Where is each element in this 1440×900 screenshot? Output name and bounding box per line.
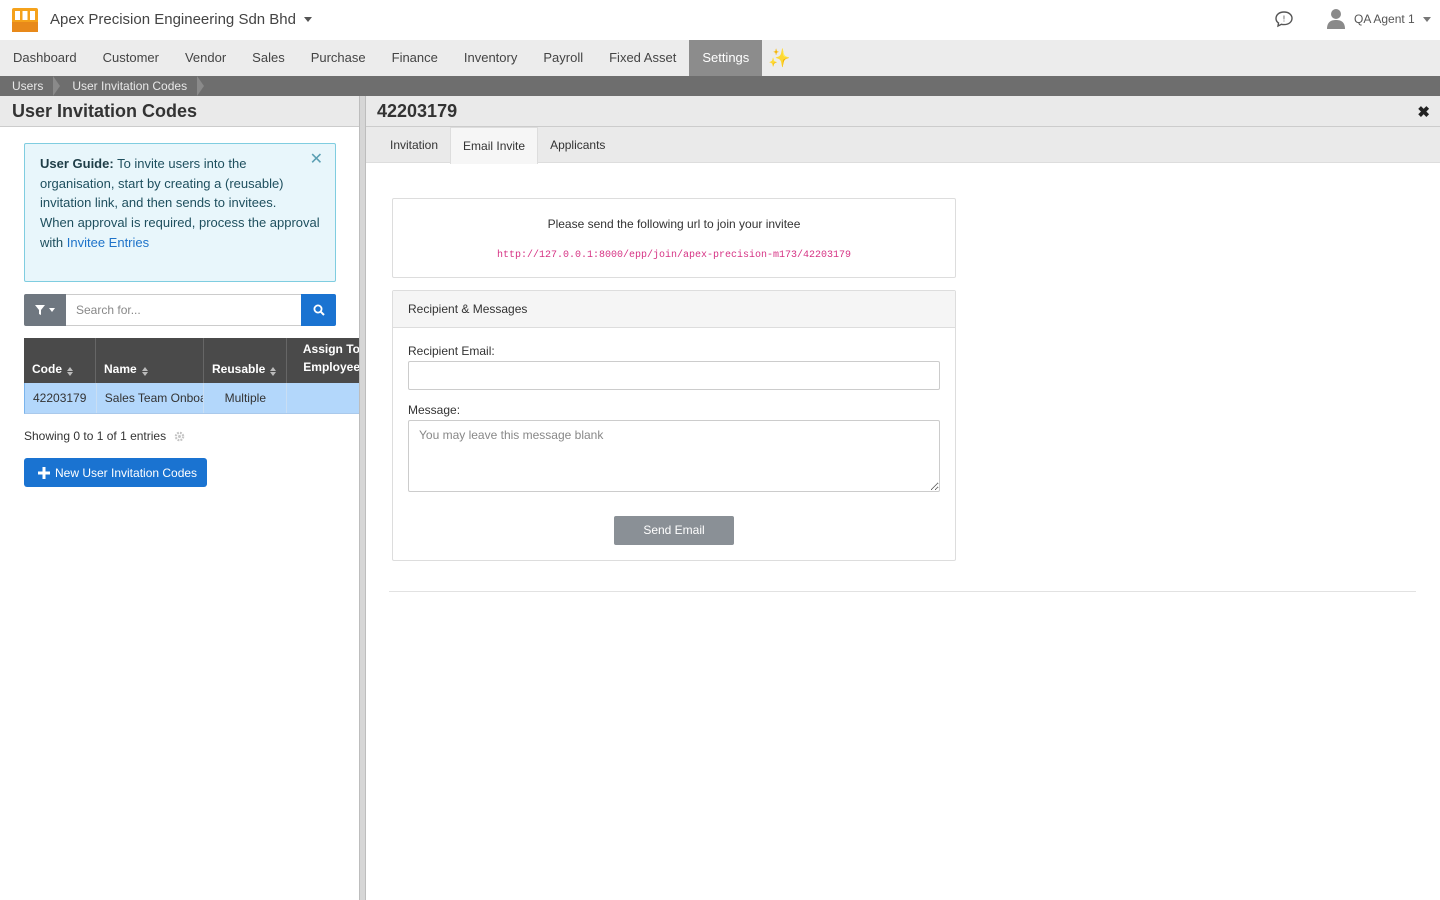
column-header-label: Name — [104, 362, 137, 376]
plus-icon — [38, 466, 50, 479]
svg-text:!: ! — [1282, 15, 1285, 24]
breadcrumb-user-invitation-codes[interactable]: User Invitation Codes — [60, 76, 199, 96]
send-email-button[interactable]: Send Email — [614, 516, 734, 545]
filter-button[interactable] — [24, 294, 66, 326]
column-header-label: Reusable — [212, 362, 266, 376]
panel-resize-handle[interactable] — [359, 96, 366, 900]
nav-item-finance[interactable]: Finance — [379, 40, 451, 76]
breadcrumb: Users User Invitation Codes — [0, 76, 1440, 96]
column-header-label: Assign To Employee — [302, 342, 360, 374]
user-guide-label: User Guide: — [40, 156, 114, 171]
table-row[interactable]: 42203179 Sales Team Onboarding Multiple — [24, 383, 360, 414]
chevron-down-icon — [304, 17, 312, 22]
sort-icon — [141, 367, 148, 376]
invitation-url[interactable]: http://127.0.0.1:8000/epp/join/apex-prec… — [393, 250, 955, 261]
sort-icon — [67, 367, 73, 376]
detail-panel: 42203179 ✖ Invitation Email Invite Appli… — [366, 96, 1440, 900]
detail-tabs: Invitation Email Invite Applicants — [366, 127, 1440, 164]
recipient-messages-header: Recipient & Messages — [393, 291, 955, 328]
search-button[interactable] — [301, 294, 336, 326]
search-bar — [24, 294, 336, 326]
column-header-label: Code — [32, 362, 62, 376]
main-nav: Dashboard Customer Vendor Sales Purchase… — [0, 40, 1440, 76]
close-icon[interactable]: ✖ — [1417, 103, 1430, 121]
breadcrumb-users[interactable]: Users — [0, 76, 55, 96]
tab-email-invite[interactable]: Email Invite — [450, 127, 539, 164]
recipient-email-field[interactable] — [408, 361, 940, 390]
invitation-codes-table: Code Name Reusable Assign To Employee 42… — [24, 338, 360, 414]
nav-item-vendor[interactable]: Vendor — [172, 40, 239, 76]
user-guide-text: User Guide: To invite users into the org… — [40, 154, 290, 213]
recipient-messages-card: Recipient & Messages Recipient Email: Me… — [392, 290, 956, 561]
company-name: Apex Precision Engineering Sdn Bhd — [50, 11, 296, 28]
message-textarea[interactable] — [408, 420, 940, 492]
user-guide-alert: ✕ User Guide: To invite users into the o… — [24, 143, 336, 282]
close-icon[interactable]: ✕ — [310, 152, 323, 168]
filter-icon — [35, 305, 45, 315]
invitation-url-card: Please send the following url to join yo… — [392, 198, 956, 278]
column-header-assign-to-employee[interactable]: Assign To Employee — [287, 338, 360, 383]
user-avatar-icon — [1327, 9, 1345, 29]
cell-reusable: Multiple — [204, 383, 288, 413]
new-user-invitation-code-button[interactable]: New User Invitation Codes — [24, 458, 207, 487]
column-header-code[interactable]: Code — [24, 338, 96, 383]
user-guide-approval: When approval is required, process the a… — [40, 213, 320, 252]
column-header-name[interactable]: Name — [96, 338, 204, 383]
chevron-down-icon — [49, 308, 55, 312]
chevron-down-icon — [1422, 16, 1431, 22]
user-name: QA Agent 1 — [1354, 12, 1415, 26]
nav-item-customer[interactable]: Customer — [90, 40, 172, 76]
gear-icon[interactable] — [174, 431, 185, 442]
tab-invitation[interactable]: Invitation — [378, 127, 450, 163]
list-panel-header: User Invitation Codes — [0, 96, 359, 127]
nav-item-dashboard[interactable]: Dashboard — [0, 40, 90, 76]
table-header: Code Name Reusable Assign To Employee — [24, 338, 360, 383]
new-button-label: New User Invitation Codes — [55, 465, 198, 480]
nav-item-sales[interactable]: Sales — [239, 40, 298, 76]
list-panel: User Invitation Codes ✕ User Guide: To i… — [0, 96, 360, 900]
cell-code: 42203179 — [25, 383, 97, 413]
column-header-reusable[interactable]: Reusable — [204, 338, 287, 383]
message-label: Message: — [408, 403, 461, 417]
sort-icon — [270, 367, 277, 376]
company-switcher[interactable]: Apex Precision Engineering Sdn Bhd — [50, 11, 312, 28]
showing-entries-text: Showing 0 to 1 of 1 entries — [24, 429, 167, 443]
url-card-title: Please send the following url to join yo… — [547, 217, 801, 231]
divider-line — [389, 591, 1416, 592]
sparkle-icon[interactable]: ✨ — [762, 40, 796, 76]
company-logo-icon — [12, 8, 38, 32]
chat-icon[interactable]: ! — [1274, 9, 1294, 29]
detail-panel-header: 42203179 ✖ — [366, 96, 1440, 127]
nav-item-purchase[interactable]: Purchase — [298, 40, 379, 76]
recipient-email-label: Recipient Email: — [408, 344, 495, 358]
nav-item-settings[interactable]: Settings — [689, 40, 763, 76]
tab-applicants[interactable]: Applicants — [538, 127, 617, 163]
detail-title: 42203179 — [377, 101, 458, 121]
user-menu[interactable]: QA Agent 1 — [1326, 6, 1431, 32]
cell-assign — [287, 383, 360, 413]
search-icon — [313, 304, 325, 316]
cell-name: Sales Team Onboarding — [97, 383, 205, 413]
table-info: Showing 0 to 1 of 1 entries — [24, 429, 185, 443]
search-input[interactable] — [66, 294, 301, 326]
top-bar: Apex Precision Engineering Sdn Bhd ! QA … — [0, 0, 1440, 40]
nav-item-inventory[interactable]: Inventory — [451, 40, 530, 76]
page-title: User Invitation Codes — [12, 101, 198, 121]
invitee-entries-link[interactable]: Invitee Entries — [67, 235, 149, 250]
nav-item-fixed-asset[interactable]: Fixed Asset — [596, 40, 689, 76]
nav-item-payroll[interactable]: Payroll — [530, 40, 596, 76]
